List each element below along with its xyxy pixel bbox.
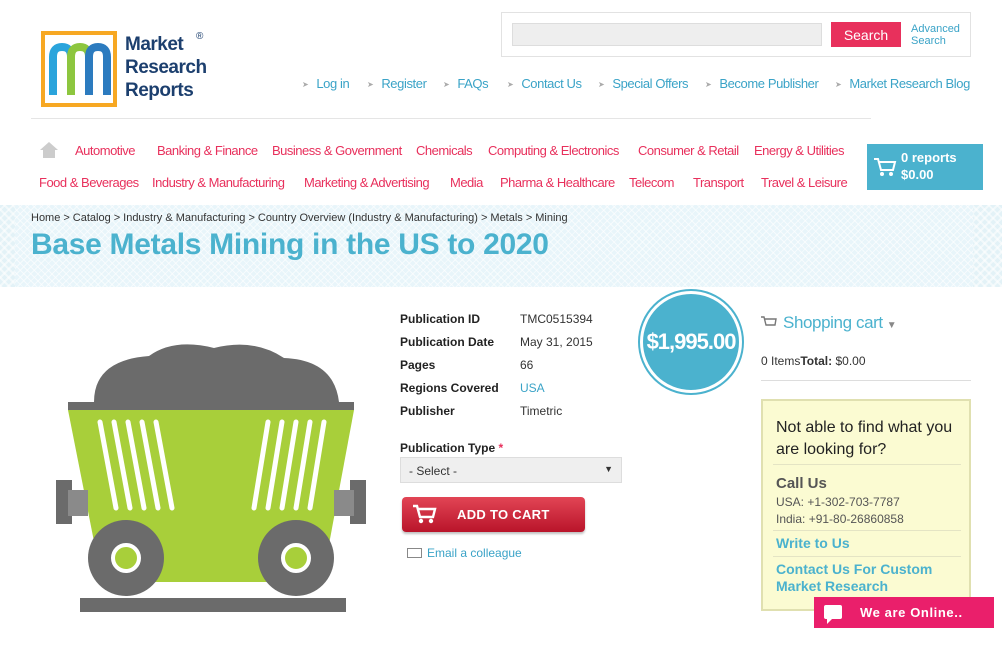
- category-consumer-retail[interactable]: Consumer & Retail: [638, 143, 739, 158]
- category-pharma-healthcare[interactable]: Pharma & Healthcare: [500, 175, 615, 190]
- search-button[interactable]: Search: [831, 22, 901, 47]
- category-banking-finance[interactable]: Banking & Finance: [157, 143, 258, 158]
- faqs-link[interactable]: ➤ FAQs: [443, 76, 489, 91]
- shopping-cart-summary: 0 ItemsTotal: $0.00: [761, 354, 866, 368]
- blog-link[interactable]: ➤ Market Research Blog: [835, 76, 970, 91]
- register-link[interactable]: ➤ Register: [367, 76, 427, 91]
- india-phone: India: +91-80-26860858: [776, 512, 904, 526]
- cart-divider: [761, 380, 971, 381]
- category-telecom[interactable]: Telecom: [629, 175, 674, 190]
- breadcrumb-mining[interactable]: Mining: [535, 212, 567, 224]
- category-media[interactable]: Media: [450, 175, 483, 190]
- publication-type-select[interactable]: - Select - ▼: [400, 457, 622, 483]
- breadcrumb-country-overview[interactable]: Country Overview (Industry & Manufacturi…: [258, 212, 478, 224]
- top-links: ➤ Log in ➤ Register ➤ FAQs ➤ Contact Us ➤ Spe…: [300, 76, 990, 92]
- publisher-value: Timetric: [520, 404, 563, 418]
- envelope-icon: [407, 548, 422, 558]
- live-chat-button[interactable]: We are Online..: [814, 597, 994, 628]
- regions-covered-label: Regions Covered: [400, 381, 499, 395]
- search-input[interactable]: [512, 23, 822, 46]
- search-panel: Search Advanced Search: [501, 12, 971, 57]
- cart-total: $0.00: [901, 167, 934, 182]
- breadcrumb-catalog[interactable]: Catalog: [73, 212, 111, 224]
- price-badge: $1,995.00: [640, 291, 742, 393]
- logo-wordmark: Market Research Reports: [125, 34, 207, 101]
- category-transport[interactable]: Transport: [693, 175, 744, 190]
- usa-phone: USA: +1-302-703-7787: [776, 495, 900, 509]
- header-cart-button[interactable]: 0 reports $0.00: [867, 144, 983, 190]
- chat-bubble-icon: [824, 605, 842, 624]
- publication-id-value: TMC0515394: [520, 312, 593, 326]
- email-colleague-link[interactable]: Email a colleague: [407, 546, 522, 560]
- category-industry-manufacturing[interactable]: Industry & Manufacturing: [152, 175, 285, 190]
- breadcrumb-home[interactable]: Home: [31, 212, 60, 224]
- category-energy-utilities[interactable]: Energy & Utilities: [754, 143, 844, 158]
- category-business-government[interactable]: Business & Government: [272, 143, 402, 158]
- call-us-heading: Call Us: [776, 475, 827, 492]
- advanced-search-link[interactable]: Advanced Search: [911, 23, 960, 47]
- category-automotive[interactable]: Automotive: [75, 143, 136, 158]
- breadcrumb-metals[interactable]: Metals: [490, 212, 522, 224]
- breadcrumb-industry[interactable]: Industry & Manufacturing: [123, 212, 245, 224]
- category-computing-electronics[interactable]: Computing & Electronics: [488, 143, 619, 158]
- regions-covered-value[interactable]: USA: [520, 381, 545, 395]
- page-title: Base Metals Mining in the US to 2020: [31, 228, 549, 261]
- basket-icon: [761, 316, 777, 326]
- become-publisher-link[interactable]: ➤ Become Publisher: [705, 76, 819, 91]
- help-box: Not able to find what you are looking fo…: [761, 399, 971, 611]
- login-link[interactable]: ➤ Log in: [302, 76, 350, 91]
- mine-cart-illustration: [56, 344, 366, 612]
- pages-value: 66: [520, 358, 534, 372]
- help-question: Not able to find what you are looking fo…: [776, 419, 953, 458]
- add-to-cart-button[interactable]: ADD TO CART: [402, 497, 585, 532]
- required-marker: *: [498, 441, 504, 455]
- header-divider: [31, 118, 871, 119]
- breadcrumb: Home > Catalog > Industry & Manufacturing > Co…: [31, 212, 568, 224]
- category-travel-leisure[interactable]: Travel & Leisure: [761, 175, 848, 190]
- publication-type-label: Publication Type *: [400, 441, 504, 455]
- special-offers-link[interactable]: ➤ Special Offers: [598, 76, 689, 91]
- home-icon[interactable]: [39, 141, 59, 159]
- cart-report-count: 0 reports: [901, 150, 957, 165]
- registered-mark: ®: [196, 31, 204, 42]
- contact-us-link[interactable]: ➤ Contact Us: [507, 76, 582, 91]
- category-chemicals[interactable]: Chemicals: [416, 143, 473, 158]
- publisher-label: Publisher: [400, 404, 455, 418]
- dropdown-arrow-icon: ▼: [604, 464, 613, 474]
- publication-id-label: Publication ID: [400, 312, 481, 326]
- publication-date-label: Publication Date: [400, 335, 495, 349]
- publication-date-value: May 31, 2015: [520, 335, 593, 349]
- category-marketing-advertising[interactable]: Marketing & Advertising: [304, 175, 430, 190]
- logo-mark: [41, 31, 117, 107]
- custom-research-link[interactable]: Contact Us For Custom Market Research: [776, 561, 966, 595]
- shopping-cart-toggle[interactable]: Shopping cart ▼: [761, 313, 897, 333]
- cart-icon: [874, 158, 897, 176]
- chevron-down-icon: ▼: [886, 320, 897, 331]
- category-food-beverages[interactable]: Food & Beverages: [39, 175, 139, 190]
- pages-label: Pages: [400, 358, 436, 372]
- write-to-us-link[interactable]: Write to Us: [776, 535, 850, 552]
- site-logo[interactable]: Market Research Reports ®: [41, 31, 213, 109]
- cart-icon: [413, 504, 437, 524]
